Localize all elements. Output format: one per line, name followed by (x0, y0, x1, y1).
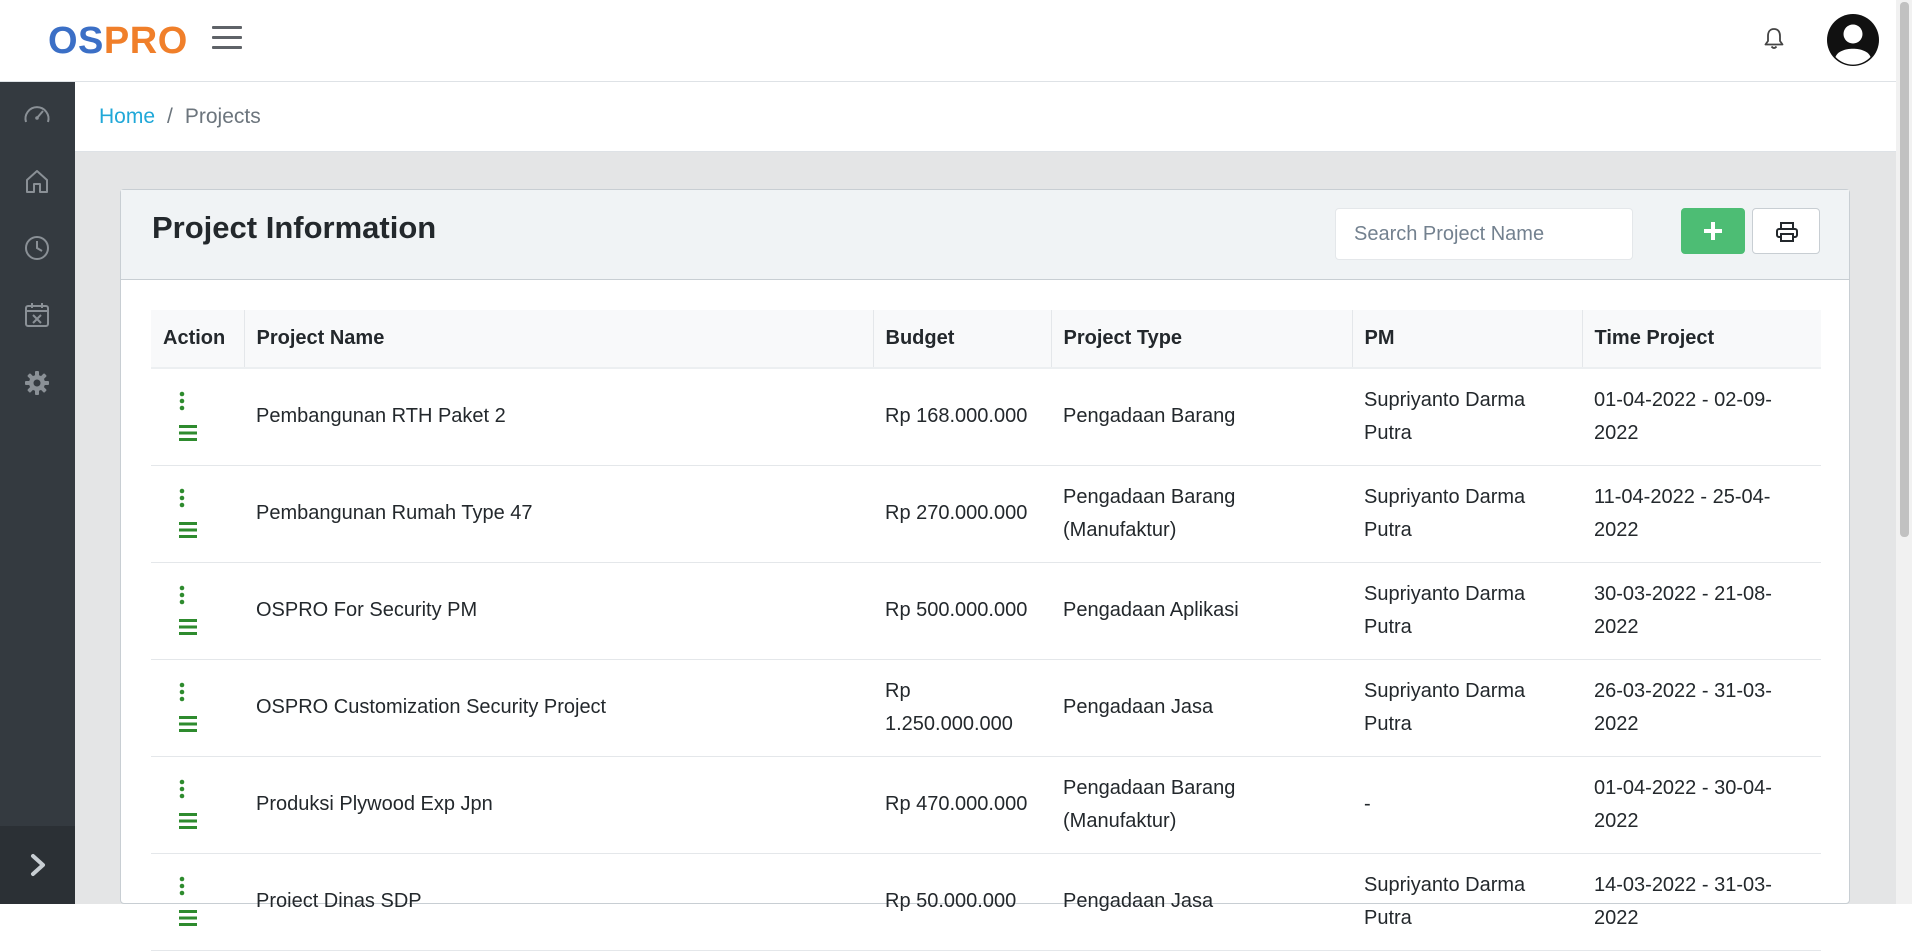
main-content: Project Information Search Project Name … (75, 152, 1896, 951)
table-body: Pembangunan RTH Paket 2 Rp 168.000.000 Pen… (151, 368, 1821, 951)
kebab-menu-icon[interactable] (175, 778, 189, 800)
column-header-pm[interactable]: PM (1351, 310, 1582, 369)
budget-cell: Rp 168.000.000 (873, 368, 1051, 466)
pm-cell: Supriyanto Darma Putra (1352, 562, 1582, 660)
project-type-cell: Pengadaan Barang (Manufaktur) (1051, 465, 1352, 563)
project-name-cell[interactable]: Pembangunan Rumah Type 47 (244, 465, 873, 563)
project-type-cell: Pengadaan Jasa (1051, 853, 1352, 951)
table-header-row: Action Project Name Budget Project Type … (151, 310, 1821, 369)
project-type-cell: Pengadaan Barang (Manufaktur) (1051, 756, 1352, 854)
calendar-x-icon[interactable] (22, 300, 52, 330)
project-name-cell[interactable]: Proiect Dinas SDP (244, 853, 873, 951)
page-title: Project Information (152, 210, 437, 245)
projects-table: Action Project Name Budget Project Type … (151, 310, 1821, 951)
action-cell (151, 368, 244, 466)
column-header-budget[interactable]: Budget (872, 310, 1051, 369)
action-cell (151, 756, 244, 854)
list-menu-icon[interactable] (177, 810, 199, 832)
action-cell (151, 562, 244, 660)
list-menu-icon[interactable] (177, 907, 199, 929)
list-menu-icon[interactable] (177, 422, 199, 444)
project-name-cell[interactable]: OSPRO For Security PM (244, 562, 873, 660)
page-scrollbar[interactable] (1896, 0, 1912, 904)
printer-icon (1776, 222, 1798, 242)
notification-bell-icon[interactable] (1762, 26, 1786, 52)
action-cell (151, 659, 244, 757)
time-project-cell: 14-03-2022 - 31-03-2022 (1582, 853, 1821, 951)
clock-icon[interactable] (22, 233, 52, 263)
list-menu-icon[interactable] (177, 713, 199, 735)
column-header-action[interactable]: Action (151, 310, 244, 369)
kebab-menu-icon[interactable] (175, 390, 189, 412)
sidebar-expand-button[interactable] (0, 826, 75, 904)
breadcrumb-home-link[interactable]: Home (99, 105, 155, 128)
sidebar (0, 82, 75, 904)
list-menu-icon[interactable] (177, 616, 199, 638)
project-name-cell[interactable]: Produksi Plywood Exp Jpn (244, 756, 873, 854)
settings-gear-icon[interactable] (22, 368, 52, 398)
column-header-project-name[interactable]: Project Name (243, 310, 873, 369)
projects-table-wrapper: Action Project Name Budget Project Type … (151, 310, 1821, 951)
pm-cell: Supriyanto Darma Putra (1352, 659, 1582, 757)
table-row: Pembangunan Rumah Type 47 Rp 270.000.000 P… (151, 465, 1821, 563)
add-project-button[interactable] (1681, 208, 1745, 254)
time-project-cell: 01-04-2022 - 30-04-2022 (1582, 756, 1821, 854)
project-type-cell: Pengadaan Aplikasi (1051, 562, 1352, 660)
project-type-cell: Pengadaan Barang (1051, 368, 1352, 466)
project-name-cell[interactable]: OSPRO Customization Security Project (244, 659, 873, 757)
list-menu-icon[interactable] (177, 519, 199, 541)
home-icon[interactable] (22, 166, 52, 196)
chevron-right-icon (31, 854, 45, 876)
breadcrumb: Home / Projects (99, 105, 261, 129)
card-header: Project Information (121, 190, 1849, 280)
breadcrumb-separator: / (167, 105, 173, 128)
table-row: Proiect Dinas SDP Rp 50.000.000 Pengadaan … (151, 853, 1821, 951)
column-header-project-type[interactable]: Project Type (1050, 310, 1352, 369)
plus-icon (1704, 222, 1722, 240)
budget-cell: Rp 500.000.000 (873, 562, 1051, 660)
breadcrumb-current: Projects (184, 105, 261, 128)
user-avatar-icon[interactable] (1826, 13, 1880, 67)
action-cell (151, 853, 244, 951)
pm-cell: - (1352, 756, 1582, 854)
menu-toggle-icon[interactable] (212, 26, 242, 52)
time-project-cell: 11-04-2022 - 25-04-2022 (1582, 465, 1821, 563)
budget-cell: Rp 1.250.000.000 (873, 659, 1051, 757)
breadcrumb-bar: Home / Projects (75, 82, 1896, 152)
search-project-input[interactable] (1335, 208, 1633, 260)
project-type-cell: Pengadaan Jasa (1051, 659, 1352, 757)
table-row: Produksi Plywood Exp Jpn Rp 470.000.000 Pe… (151, 756, 1821, 854)
dashboard-gauge-icon[interactable] (22, 100, 52, 130)
action-cell (151, 465, 244, 563)
time-project-cell: 01-04-2022 - 02-09-2022 (1582, 368, 1821, 466)
table-row: OSPRO For Security PM Rp 500.000.000 Penga… (151, 562, 1821, 660)
scrollbar-thumb[interactable] (1900, 2, 1909, 537)
budget-cell: Rp 470.000.000 (873, 756, 1051, 854)
budget-cell: Rp 50.000.000 (873, 853, 1051, 951)
project-card: Project Information Search Project Name … (120, 189, 1850, 951)
app-logo[interactable]: OSPRO (48, 20, 188, 63)
column-header-time-project[interactable]: Time Project (1581, 310, 1821, 369)
top-navbar: OSPRO (0, 0, 1912, 82)
table-row: Pembangunan RTH Paket 2 Rp 168.000.000 Pen… (151, 368, 1821, 466)
table-row: OSPRO Customization Security Project Rp 1… (151, 659, 1821, 757)
pm-cell: Supriyanto Darma Putra (1352, 465, 1582, 563)
time-project-cell: 26-03-2022 - 31-03-2022 (1582, 659, 1821, 757)
project-name-cell[interactable]: Pembangunan RTH Paket 2 (244, 368, 873, 466)
kebab-menu-icon[interactable] (175, 584, 189, 606)
kebab-menu-icon[interactable] (175, 681, 189, 703)
pm-cell: Supriyanto Darma Putra (1352, 853, 1582, 951)
budget-cell: Rp 270.000.000 (873, 465, 1051, 563)
kebab-menu-icon[interactable] (175, 487, 189, 509)
print-button[interactable] (1752, 208, 1820, 254)
pm-cell: Supriyanto Darma Putra (1352, 368, 1582, 466)
time-project-cell: 30-03-2022 - 21-08-2022 (1582, 562, 1821, 660)
kebab-menu-icon[interactable] (175, 875, 189, 897)
